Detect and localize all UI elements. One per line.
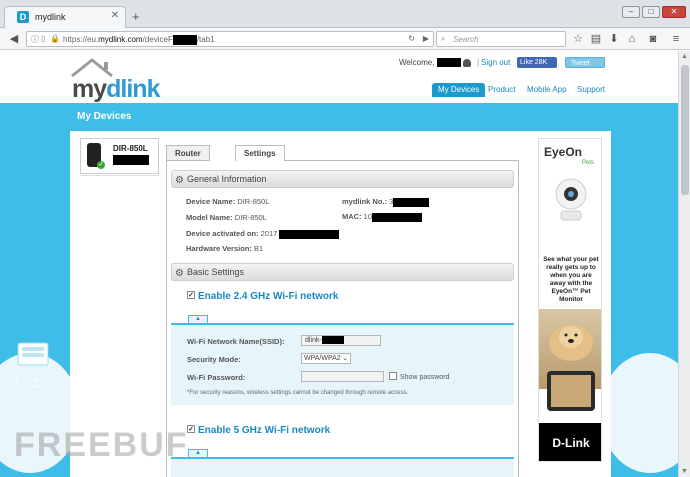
nav-mobile-app[interactable]: Mobile App — [527, 83, 567, 97]
security-mode-label: Security Mode: — [187, 355, 241, 364]
url-bar[interactable]: ⓘ ▯ 🔒 https://eu.mydlink.com/deviceF/tab… — [26, 31, 434, 47]
welcome-text: Welcome, | — [399, 58, 480, 68]
menu-icon[interactable]: ≡ — [668, 31, 684, 47]
basic-settings-header[interactable]: ⚙ Basic Settings — [171, 263, 514, 281]
browser-titlebar: D mydlink ✕ + – □ ✕ — [0, 0, 690, 28]
reload-icon[interactable]: ↻ — [408, 34, 415, 43]
window-controls: – □ ✕ — [622, 6, 686, 18]
forward-icon[interactable]: ▶ — [423, 34, 429, 43]
device-name-row: Device Name: DIR-850L — [186, 197, 270, 206]
wifi-24-toggle-row[interactable]: ✓ Enable 2.4 GHz Wi-Fi network — [187, 291, 339, 302]
svg-text:♪: ♪ — [12, 373, 21, 389]
browser-navbar: ◀ ⓘ ▯ 🔒 https://eu.mydlink.com/deviceF/t… — [0, 28, 690, 50]
search-bar[interactable]: ⌕ Search — [436, 31, 566, 47]
activated-row: Device activated on: 2017 — [186, 229, 340, 239]
model-name-row: Model Name: DIR-850L — [186, 213, 267, 222]
site-header: mydlink Welcome, | Sign out Like 28K Twe… — [0, 51, 678, 103]
lock-icon: 🔒 — [50, 34, 60, 43]
page-title: My Devices — [77, 111, 132, 122]
dlink-ad-logo: D-Link — [539, 423, 601, 461]
device-card-dir850l[interactable]: ✓ DIR-850L — [80, 138, 159, 174]
scroll-thumb[interactable] — [681, 65, 689, 195]
browser-tab[interactable]: D mydlink ✕ — [4, 6, 126, 28]
minimize-icon[interactable]: – — [622, 6, 640, 18]
search-icon: ⌕ — [441, 34, 446, 43]
wifi-5-settings-box — [171, 457, 514, 477]
show-password-toggle[interactable]: Show password — [389, 372, 449, 381]
tab-close-icon[interactable]: ✕ — [111, 10, 119, 21]
online-check-icon: ✓ — [97, 161, 105, 169]
wifi-24-checkbox[interactable]: ✓ — [187, 291, 195, 300]
svg-text:♫: ♫ — [30, 376, 41, 390]
gear-icon: ⚙ — [175, 268, 184, 279]
nav-my-devices[interactable]: My Devices — [432, 83, 486, 97]
pet-camera-icon — [555, 178, 587, 221]
nav-support[interactable]: Support — [577, 83, 605, 97]
collapse-toggle-icon[interactable]: ▲ — [188, 449, 208, 457]
mydlink-logo[interactable]: mydlink — [72, 75, 160, 104]
maximize-icon[interactable]: □ — [642, 6, 660, 18]
security-mode-select[interactable]: WPA/WPA2 ⌄ — [301, 353, 351, 364]
page-icon: ▯ — [41, 34, 46, 43]
ssid-input[interactable]: dlink- — [301, 335, 381, 346]
tab-title: mydlink — [35, 12, 66, 22]
wifi-password-label: Wi-Fi Password: — [187, 373, 246, 382]
eyeon-ad-banner[interactable]: EyeOn Pets See what your pet really gets… — [538, 138, 602, 462]
tab-router-status[interactable]: Router Status — [166, 145, 210, 174]
scroll-up-icon: ▲ — [681, 53, 688, 60]
phone-image — [547, 371, 595, 411]
ad-text: See what your pet really gets up to when… — [543, 256, 599, 303]
url-text: https://eu.mydlink.com/deviceF/tab1 — [63, 35, 215, 45]
info-icon[interactable]: ⓘ — [31, 34, 39, 45]
general-info-header[interactable]: ⚙ General Information — [171, 170, 514, 188]
security-note: *For security reasons, wireless settings… — [187, 390, 409, 396]
home-icon[interactable]: ⌂ — [624, 31, 640, 47]
clipboard-icon[interactable]: ▤ — [588, 31, 604, 47]
ssid-label: Wi-Fi Network Name(SSID): — [187, 337, 285, 346]
music-tablet-icon: ♪ ♫ — [12, 342, 49, 390]
hw-version-row: Hardware Version: B1 — [186, 244, 264, 253]
back-icon[interactable]: ◀ — [6, 31, 22, 47]
nav-product[interactable]: Product — [488, 83, 516, 97]
chevron-down-icon: ⌄ — [342, 355, 348, 362]
new-tab-icon[interactable]: + — [132, 9, 140, 24]
dlink-favicon-icon: D — [17, 11, 29, 23]
window-close-icon[interactable]: ✕ — [662, 6, 686, 18]
wifi-5-toggle-row[interactable]: ✓ Enable 5 GHz Wi-Fi network — [187, 425, 330, 436]
web-page: mydlink Welcome, | Sign out Like 28K Twe… — [0, 51, 678, 477]
gear-icon: ⚙ — [175, 175, 184, 186]
tab-settings[interactable]: Settings — [235, 145, 285, 161]
wifi-password-input[interactable] — [301, 371, 384, 382]
scroll-down-icon: ▼ — [681, 468, 688, 475]
user-icon — [462, 58, 471, 67]
facebook-like-button[interactable]: Like 28K — [517, 57, 557, 68]
download-icon[interactable]: ⬇ — [606, 31, 622, 47]
tweet-button[interactable]: Tweet — [565, 57, 605, 68]
collapse-toggle-icon[interactable]: ▲ — [188, 315, 208, 323]
pocket-icon[interactable]: ◙ — [645, 31, 661, 47]
mac-row: MAC: 10 — [342, 212, 423, 222]
ad-brand-title: EyeOn — [544, 145, 583, 159]
bookmark-star-icon[interactable]: ☆ — [570, 31, 586, 47]
search-input[interactable]: Search — [453, 35, 478, 44]
device-id-redacted — [113, 155, 149, 165]
mydlink-no-row: mydlink No.: 3 — [342, 197, 430, 207]
sidebar-divider — [80, 175, 159, 176]
freebuf-watermark: FREEBUF — [14, 426, 189, 464]
device-name: DIR-850L — [113, 144, 148, 153]
sign-out-link[interactable]: Sign out — [481, 58, 510, 67]
page-scrollbar[interactable]: ▲ ▼ — [678, 51, 690, 477]
show-password-checkbox[interactable] — [389, 372, 397, 380]
ad-brand-subtitle: Pets — [582, 160, 595, 166]
